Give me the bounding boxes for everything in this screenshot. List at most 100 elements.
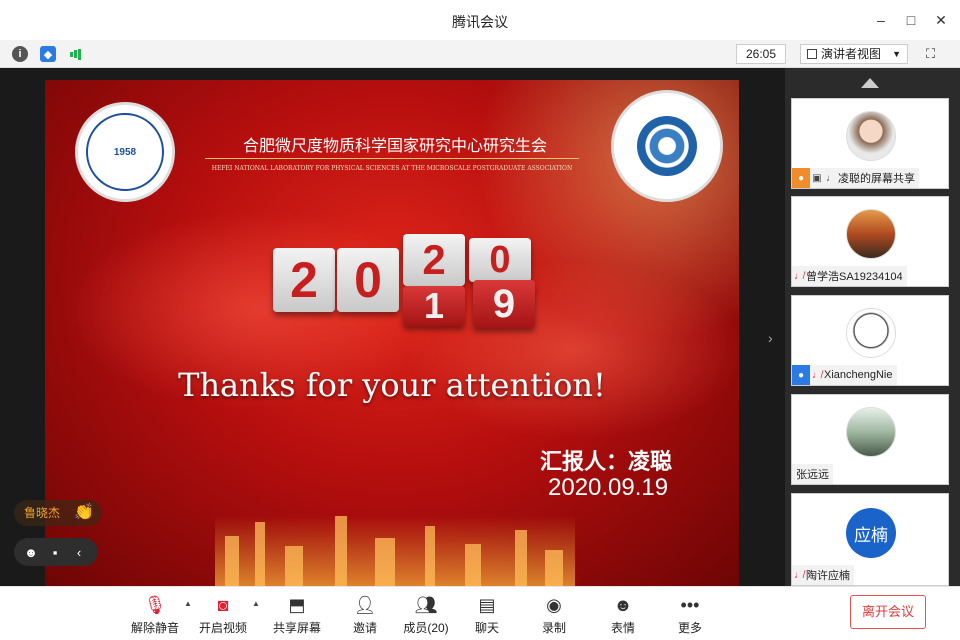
participant-name: 凌聪的屏幕共享 — [838, 173, 915, 185]
screen-share-icon: ▣ — [812, 172, 822, 184]
start-video-button[interactable]: ◙ 开启视频 — [193, 593, 253, 636]
swirl-icon — [637, 116, 697, 176]
participant-name-bar: ♩̸ 曾学浩SA19234104 — [792, 266, 907, 286]
maximize-button[interactable]: □ — [898, 8, 924, 32]
participants-panel: ● ▣ ♩ 凌聪的屏幕共享 ♩̸ 曾学浩SA19234104 ● ♩̸ Xian… — [785, 68, 960, 586]
panel-toggle-icon[interactable]: › — [768, 330, 773, 346]
avatar — [846, 111, 896, 161]
lab-logo — [611, 90, 723, 202]
participant-name: XianchengNie — [824, 369, 893, 381]
tower — [285, 546, 303, 586]
chat-label: 聊天 — [474, 621, 499, 635]
year-digit-back: 1 — [403, 285, 465, 326]
shield-icon[interactable]: ◆ — [40, 46, 56, 62]
participant-tile[interactable]: ● ▣ ♩ 凌聪的屏幕共享 — [791, 98, 949, 189]
chevron-down-icon: ▼ — [892, 49, 901, 59]
participant-name-bar: ● ♩̸ XianchengNie — [792, 365, 897, 385]
mic-muted-icon: 🎙︎ — [143, 595, 167, 615]
tower — [515, 530, 527, 586]
share-screen-button[interactable]: ⬒ 共享屏幕 — [267, 593, 327, 636]
mic-muted-icon: ♩̸ — [794, 270, 804, 282]
camera-off-icon: ◙ — [217, 595, 229, 615]
title-bar: 腾讯会议 – □ ✕ — [0, 0, 960, 40]
signal-icon[interactable] — [68, 46, 84, 62]
record-icon: ◉ — [546, 595, 562, 615]
meeting-toolbar: 🎙︎ 解除静音 ▲ ◙ 开启视频 ▲ ⬒ 共享屏幕 👤︎ 邀请 👥︎ 成员(20… — [0, 586, 960, 640]
tower — [425, 526, 435, 586]
year-digit: 2 — [403, 234, 465, 286]
meeting-info-bar: i ◆ 26:05 演讲者视图 ▼ ⛶ — [0, 40, 960, 68]
avatar — [846, 308, 896, 358]
share-screen-label: 共享屏幕 — [272, 621, 321, 635]
tower — [255, 522, 265, 586]
participant-tile[interactable]: ● ♩̸ XianchengNie — [791, 295, 949, 386]
mic-muted-icon: ♩̸ — [812, 369, 822, 381]
presentation-slide: 1958 合肥微尺度物质科学国家研究中心研究生会 HEFEI NATIONAL … — [45, 80, 739, 586]
logo-year: 1958 — [113, 146, 137, 158]
org-name-cn: 合肥微尺度物质科学国家研究中心研究生会 — [242, 136, 547, 155]
mic-muted-icon: ♩̸ — [794, 569, 804, 581]
leave-meeting-button[interactable]: 离开会议 — [850, 595, 926, 629]
invite-button[interactable]: 👤︎ 邀请 — [335, 593, 395, 636]
minimize-button[interactable]: – — [868, 8, 894, 32]
start-video-label: 开启视频 — [198, 621, 247, 635]
participant-tile[interactable]: 张远远 — [791, 394, 949, 485]
share-screen-icon: ⬒ — [288, 595, 306, 615]
avatar — [846, 209, 896, 259]
fullscreen-icon[interactable]: ⛶ — [926, 46, 942, 62]
reporter-text: 汇报人：凌聪 — [540, 449, 673, 475]
emoji-icon[interactable]: ☻ — [22, 545, 40, 560]
tower — [375, 538, 395, 586]
members-button[interactable]: 👥︎ 成员(20) — [396, 593, 456, 636]
emoji-button[interactable]: ☻ 表情 — [593, 593, 653, 636]
year-digit: 0 — [469, 238, 531, 282]
view-mode-select[interactable]: 演讲者视图 ▼ — [800, 44, 908, 64]
close-button[interactable]: ✕ — [928, 8, 954, 32]
year-digit-back: 9 — [473, 280, 535, 328]
emoji-label: 表情 — [610, 621, 635, 635]
members-icon: 👥︎ — [414, 595, 438, 615]
view-mode-label: 演讲者视图 — [821, 47, 882, 61]
shared-screen-area: 1958 合肥微尺度物质科学国家研究中心研究生会 HEFEI NATIONAL … — [0, 68, 785, 586]
window-title: 腾讯会议 — [452, 14, 508, 30]
ustc-logo: 1958 — [75, 102, 175, 202]
reaction-name: 鲁晓杰 — [24, 506, 61, 520]
chat-toolbar: ☻ ▪ ‹ — [14, 538, 98, 566]
date-text: 2020.09.19 — [548, 474, 669, 501]
grid-icon — [807, 49, 817, 59]
more-icon: ••• — [680, 595, 700, 615]
clap-icon: 👏 — [74, 504, 94, 521]
invite-label: 邀请 — [352, 621, 377, 635]
participant-name-bar: 张远远 — [792, 464, 833, 484]
participant-name: 陶许应楠 — [806, 570, 850, 582]
info-icon[interactable]: i — [12, 46, 28, 62]
org-name-en: HEFEI NATIONAL LABORATORY FOR PHYSICAL S… — [211, 165, 573, 172]
record-label: 录制 — [541, 621, 566, 635]
chat-icon[interactable]: ▪ — [46, 545, 64, 560]
participant-name-bar: ● ▣ ♩ 凌聪的屏幕共享 — [792, 168, 919, 188]
chat-button[interactable]: ▤ 聊天 — [457, 593, 517, 636]
scroll-down-icon[interactable] — [863, 572, 879, 581]
tower — [465, 544, 481, 586]
members-label: 成员(20) — [403, 621, 449, 635]
chat-icon: ▤ — [478, 595, 496, 615]
avatar: 应楠 — [846, 508, 896, 558]
tower — [225, 536, 239, 586]
participant-name: 张远远 — [796, 469, 829, 481]
more-button[interactable]: ••• 更多 — [660, 593, 720, 636]
emoji-icon: ☻ — [613, 595, 633, 615]
more-label: 更多 — [677, 621, 702, 635]
tower — [545, 550, 563, 586]
unmute-button[interactable]: 🎙︎ 解除静音 — [125, 593, 185, 636]
collapse-icon[interactable]: ‹ — [70, 545, 88, 560]
thanks-text: Thanks for your attention! — [178, 366, 606, 404]
year-digit: 0 — [337, 248, 399, 312]
video-options-chevron-icon[interactable]: ▲ — [252, 599, 260, 608]
participant-tile[interactable]: ♩̸ 曾学浩SA19234104 — [791, 196, 949, 287]
tower — [335, 516, 347, 586]
scroll-up-icon[interactable] — [861, 78, 879, 88]
audio-options-chevron-icon[interactable]: ▲ — [184, 599, 192, 608]
participant-name: 曾学浩SA19234104 — [806, 271, 903, 283]
window-controls: – □ ✕ — [868, 8, 954, 32]
record-button[interactable]: ◉ 录制 — [524, 593, 584, 636]
